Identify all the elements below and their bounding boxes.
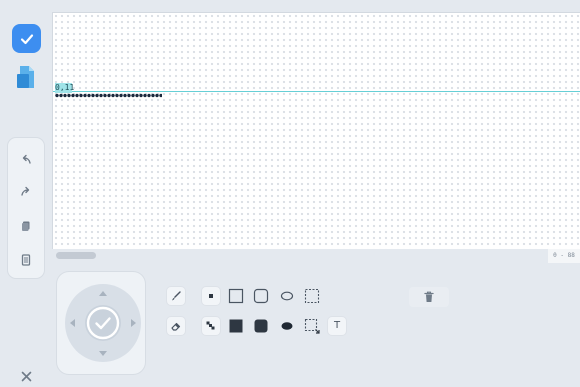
document-button[interactable]: [16, 250, 36, 270]
trash-icon: [424, 291, 434, 302]
brush-tool[interactable]: [167, 287, 185, 305]
eraser-tool[interactable]: [167, 317, 185, 335]
ellipse-outline-icon: [280, 291, 294, 301]
filled-square-small-icon: [209, 294, 213, 298]
dashed-selection-tool[interactable]: [303, 287, 321, 305]
file-icon: [17, 66, 34, 88]
eraser-icon: [171, 322, 181, 331]
dashed-selection-icon: [304, 288, 320, 304]
scrollbar-thumb[interactable]: [56, 252, 96, 259]
arrow-down-icon[interactable]: [99, 351, 107, 360]
delete-button[interactable]: [409, 287, 449, 307]
cursor-row-guide: [53, 91, 580, 92]
brush-icon: [172, 291, 181, 301]
rounded-rect-outline-tool[interactable]: [252, 287, 270, 305]
close-button[interactable]: [16, 366, 36, 386]
document-icon: [21, 254, 31, 266]
dpad-confirm-button[interactable]: [85, 305, 121, 341]
filled-ellipse-icon: [281, 322, 293, 330]
rect-outline-tool[interactable]: [227, 287, 245, 305]
check-circle-icon: [86, 306, 120, 340]
undo-button[interactable]: [16, 150, 36, 170]
undo-icon: [22, 154, 31, 164]
filled-ellipse-tool[interactable]: [278, 317, 296, 335]
tool-panel: T: [52, 263, 580, 387]
horizontal-scrollbar[interactable]: 0 - 88: [52, 249, 580, 263]
selection-move-tool[interactable]: [303, 317, 321, 335]
rect-outline-icon: [228, 288, 244, 304]
copy-icon: [22, 221, 30, 231]
text-tool-label: T: [333, 320, 341, 331]
line-icon: [206, 321, 215, 330]
filled-rect-tool[interactable]: [227, 317, 245, 335]
arrow-left-icon[interactable]: [66, 319, 75, 327]
redo-icon: [21, 186, 30, 196]
file-button[interactable]: [14, 64, 38, 90]
pixel-fill-tool[interactable]: [202, 287, 220, 305]
arrow-up-icon[interactable]: [99, 287, 107, 296]
selection-move-icon: [304, 318, 320, 334]
range-readout: 0 - 88: [548, 249, 580, 263]
history-tool-group: [8, 138, 44, 278]
filled-rounded-rect-tool[interactable]: [252, 317, 270, 335]
ellipse-outline-tool[interactable]: [278, 287, 296, 305]
direction-pad[interactable]: [65, 284, 141, 362]
filled-rounded-rect-icon: [254, 319, 268, 333]
arrow-right-icon[interactable]: [131, 319, 140, 327]
pixel-canvas[interactable]: 0,11: [52, 12, 580, 249]
confirm-button[interactable]: [12, 24, 41, 53]
line-tool[interactable]: [202, 317, 220, 335]
redo-button[interactable]: [16, 182, 36, 202]
copy-button[interactable]: [16, 216, 36, 236]
close-icon: [21, 371, 31, 381]
check-icon: [20, 33, 33, 44]
rounded-rect-outline-icon: [253, 288, 269, 304]
filled-rect-icon: [229, 319, 243, 333]
drawn-pixel-row: [55, 93, 162, 98]
text-tool[interactable]: T: [328, 317, 346, 335]
dpad-card: [57, 272, 145, 374]
left-toolbar: [0, 0, 52, 387]
